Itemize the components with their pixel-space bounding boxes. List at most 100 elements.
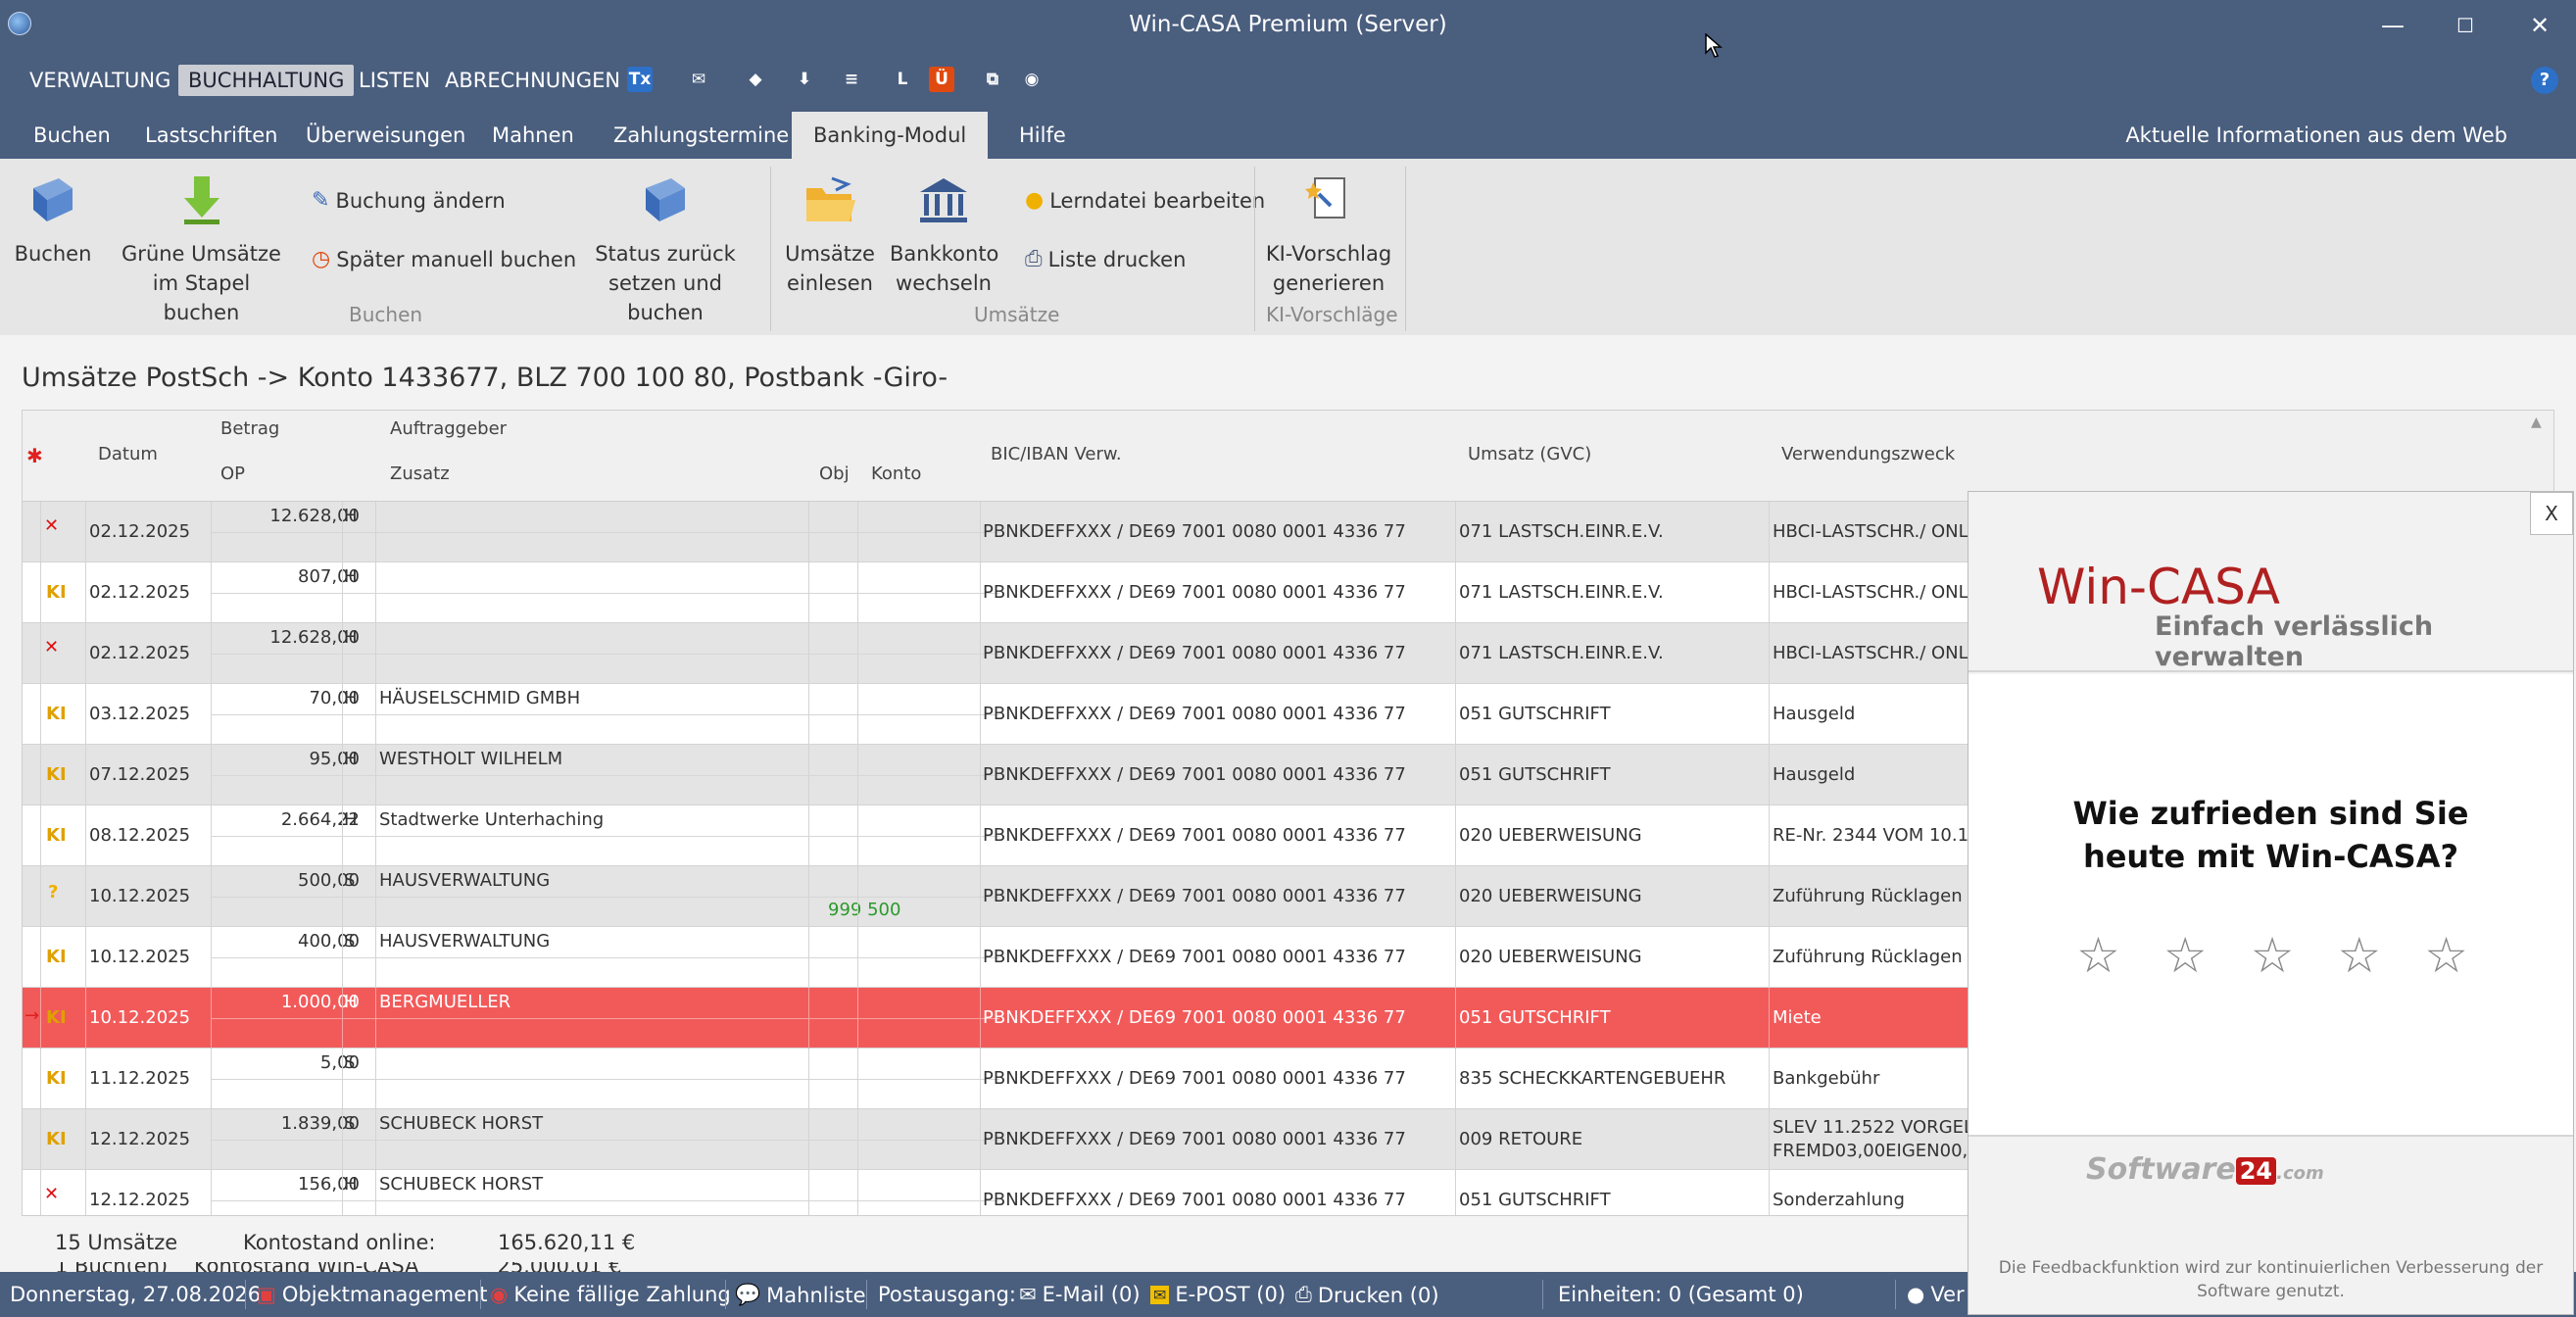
tab-ueberweisungen[interactable]: Überweisungen [306,112,465,159]
liste-drucken-button[interactable]: ⎙ Liste drucken [1025,247,1186,271]
envelope-icon: ✉ [1019,1283,1037,1306]
epost-outbox-button[interactable]: ✉ E-POST (0) [1150,1283,1286,1306]
col-bic-iban[interactable]: BIC/IBAN Verw. [991,444,1122,464]
cell-amount: 70,00 [309,688,360,708]
column-divider [808,502,809,562]
feedback-panel: X Win-CASA Einfach verlässlich verwalten… [1968,491,2574,1315]
column-divider [808,1170,809,1215]
cell-purpose: Zuführung Rücklagen [1773,947,1963,967]
ribbon: Buchen Grüne Umsätze im Stapel buchen ✎ … [0,159,1407,335]
col-obj[interactable]: Obj [819,463,850,484]
cell-amount: 807,00 [298,566,360,587]
printer-icon: ⎙ [1295,1283,1312,1306]
spaeter-buchen-button[interactable]: ◷ Später manuell buchen [312,247,576,271]
web-info-link[interactable]: Aktuelle Informationen aus dem Web [2125,112,2507,159]
ki-suggestion-icon: KI [46,582,67,603]
umsaetze-label-1: Umsätze [785,242,875,266]
cell-debit-credit: S [344,1113,356,1134]
minimize-button[interactable]: — [2363,6,2422,45]
email-outbox-button[interactable]: ✉ E-Mail (0) [1019,1283,1141,1306]
column-divider [1769,1049,1770,1109]
faellige-zahlung-button[interactable]: ◉ Keine fällige Zahlung [490,1283,731,1306]
tab-banking-modul[interactable]: Banking-Modul [792,112,989,159]
cell-debit-credit: H [344,627,358,648]
mahnliste-button[interactable]: 💬 Mahnliste [735,1283,866,1307]
scroll-up-icon[interactable]: ▲ [2531,415,2542,430]
rejected-x-icon: ✕ [44,515,60,536]
col-verwendungszweck[interactable]: Verwendungszweck [1781,444,1955,464]
cell-bic-iban: PBNKDEFFXXX / DE69 7001 0080 0001 4336 7… [983,521,1406,542]
help-icon[interactable]: ? [2531,67,2558,94]
cell-date: 07.12.2025 [89,764,191,785]
cell-date: 11.12.2025 [89,1068,191,1089]
status-zurueck-button[interactable]: Status zurück setzen und buchen [574,174,756,327]
objektmanagement-button[interactable]: ▣ Objektmanagement [257,1283,488,1306]
ki-suggestion-icon: KI [46,825,67,846]
row-subline [211,897,999,898]
rating-star-icon[interactable]: ☆ [2076,931,2120,980]
tab-lastschriften[interactable]: Lastschriften [145,112,278,159]
clock-icon: ◷ [312,247,331,271]
cell-date: 02.12.2025 [89,643,191,663]
column-divider [857,502,858,562]
column-divider [857,1049,858,1109]
feedback-close-button[interactable]: X [2530,492,2573,535]
l-icon[interactable]: L [890,67,915,92]
print-outbox-button[interactable]: ⎙ Drucken (0) [1295,1283,1439,1307]
column-divider [211,745,212,805]
rating-star-icon[interactable]: ☆ [2337,931,2381,980]
cell-bic-iban: PBNKDEFFXXX / DE69 7001 0080 0001 4336 7… [983,582,1406,603]
user-info[interactable]: ● Ver [1907,1283,1965,1306]
bank-transfer-icon[interactable]: ◆ [743,67,768,92]
cell-bic-iban: PBNKDEFFXXX / DE69 7001 0080 0001 4336 7… [983,886,1406,906]
menu-verwaltung[interactable]: VERWALTUNG [20,65,180,96]
tab-buchen[interactable]: Buchen [33,112,111,159]
globe-icon[interactable]: ◉ [1019,67,1045,92]
menu-buchhaltung[interactable]: BUCHHALTUNG [178,65,355,96]
column-divider [857,866,858,927]
list-icon[interactable]: ≡ [839,67,864,92]
cell-gvc: 835 SCHECKKARTENGEBUEHR [1459,1068,1726,1089]
tab-mahnen[interactable]: Mahnen [492,112,574,159]
menu-listen[interactable]: LISTEN [349,65,440,96]
gruene-umsaetze-button[interactable]: Grüne Umsätze im Stapel buchen [116,174,287,327]
rating-star-icon[interactable]: ☆ [2163,931,2208,980]
cell-date: 10.12.2025 [89,947,191,967]
menu-abrechnungen[interactable]: ABRECHNUNGEN [435,65,630,96]
mail-icon[interactable]: ✉ [686,67,711,92]
bankkonto-wechseln-button[interactable]: Bankkonto wechseln [890,174,998,298]
close-button[interactable]: ✕ [2510,6,2569,45]
cell-payer: HAUSVERWALTUNG [379,870,551,891]
buchen-button[interactable]: Buchen [14,174,92,268]
ki-vorschlag-button[interactable]: KI-Vorschlag generieren [1264,174,1393,298]
cell-bic-iban: PBNKDEFFXXX / DE69 7001 0080 0001 4336 7… [983,1129,1406,1149]
column-divider [342,1170,343,1215]
download-icon[interactable]: ⬇ [792,67,817,92]
status-separator [1542,1280,1543,1309]
buchung-aendern-button[interactable]: ✎ Buchung ändern [312,188,506,213]
rating-star-icon[interactable]: ☆ [2424,931,2468,980]
col-auftraggeber[interactable]: Auftraggeber [390,418,507,439]
copy-icon[interactable]: ⧉ [980,67,1005,92]
ue-icon[interactable]: Ü [929,67,954,92]
col-konto[interactable]: Konto [871,463,921,484]
group-label-umsaetze: Umsätze [974,303,1060,326]
umsaetze-einlesen-button[interactable]: Umsätze einlesen [784,174,876,298]
cell-debit-credit: H [344,749,358,769]
col-op[interactable]: OP [220,463,245,484]
col-betrag[interactable]: Betrag [220,418,279,439]
col-datum[interactable]: Datum [98,444,158,464]
rating-star-icon[interactable]: ☆ [2251,931,2295,980]
column-divider [85,1170,86,1215]
maximize-button[interactable]: ☐ [2436,6,2495,45]
column-divider [85,502,86,562]
col-zusatz[interactable]: Zusatz [390,463,450,484]
umsaetze-count: 15 Umsätze [55,1231,178,1254]
drucken-label: Drucken (0) [1317,1283,1439,1307]
status-date: Donnerstag, 27.08.2026 [10,1283,262,1306]
tx-icon[interactable]: Tx [627,67,653,92]
col-umsatz-gvc[interactable]: Umsatz (GVC) [1468,444,1591,464]
lerndatei-button[interactable]: ● Lerndatei bearbeiten [1025,188,1265,213]
tab-hilfe[interactable]: Hilfe [1019,112,1066,159]
tab-zahlungstermine[interactable]: Zahlungstermine [613,112,789,159]
